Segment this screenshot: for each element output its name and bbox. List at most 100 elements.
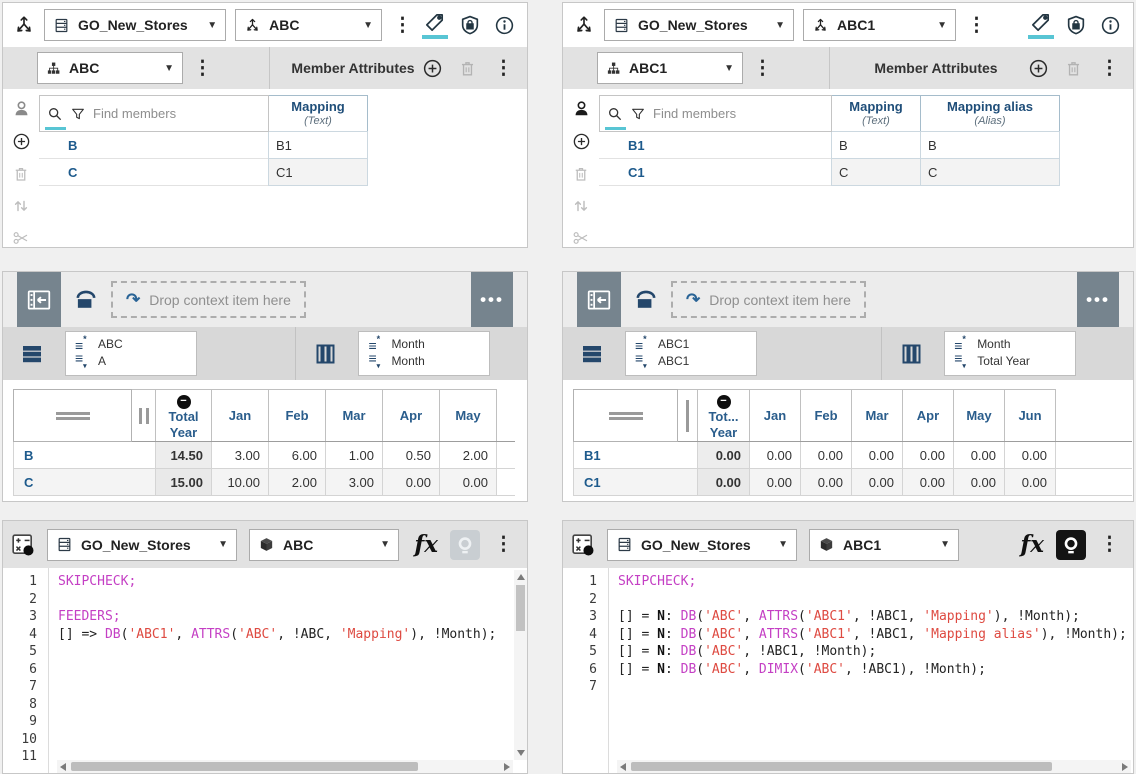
data-cell[interactable]: 2.00 [440, 442, 497, 469]
reorder-members-icon[interactable] [12, 197, 30, 215]
row-header[interactable]: B1 [574, 442, 698, 469]
data-cell[interactable]: 0.00 [852, 469, 903, 496]
bench-icon[interactable] [73, 287, 99, 313]
members-view-icon[interactable] [12, 99, 31, 118]
hierarchy-select[interactable]: ABC1 ▼ [597, 52, 743, 84]
column-header[interactable]: Jan [212, 390, 269, 442]
code-line[interactable]: SKIPCHECK; [618, 573, 1129, 591]
rules-code-editor[interactable]: 1234567891011 SKIPCHECK; FEEDERS;[] => D… [3, 568, 527, 774]
data-cell[interactable]: 0.00 [852, 442, 903, 469]
attributes-menu-icon[interactable]: ⋮ [492, 59, 515, 78]
horizontal-scrollbar[interactable] [3, 496, 527, 502]
rules-code-editor[interactable]: 1234567 SKIPCHECK; [] = N: DB('ABC', ATT… [563, 568, 1133, 774]
data-cell[interactable]: 0.00 [698, 442, 750, 469]
vertical-scrollbar[interactable] [514, 570, 527, 760]
code-line[interactable]: [] => DB('ABC1', ATTRS('ABC', !ABC, 'Map… [58, 626, 523, 644]
row-header[interactable]: B [14, 442, 156, 469]
code-line[interactable]: [] = N: DB('ABC', ATTRS('ABC1', !ABC1, '… [618, 626, 1129, 644]
collapse-consolidation-icon[interactable]: − [177, 395, 191, 409]
column-header[interactable]: Feb [269, 390, 326, 442]
total-column-header[interactable]: − Total Year [156, 390, 212, 442]
overflow-menu-icon[interactable]: ⋮ [492, 535, 515, 554]
dimension-select[interactable]: ABC ▼ [235, 9, 382, 41]
rows-dimension-chip[interactable]: ≡* ABC1 ≡▾ ABC1 [625, 331, 757, 377]
code-line[interactable]: [] = N: DB('ABC', ATTRS('ABC1', !ABC1, '… [618, 608, 1129, 626]
delete-member-icon[interactable] [12, 165, 30, 183]
cut-members-icon[interactable] [12, 229, 30, 247]
data-cell[interactable]: 0.00 [954, 442, 1005, 469]
row-header-handle[interactable] [14, 390, 132, 442]
filter-icon[interactable] [630, 106, 646, 122]
data-cell[interactable]: 0.00 [903, 469, 954, 496]
save-rules-button[interactable] [1056, 530, 1086, 560]
delete-member-icon[interactable] [572, 165, 590, 183]
attribute-column-header[interactable]: Mapping(Text) [831, 95, 921, 132]
data-cell[interactable]: 0.00 [801, 469, 852, 496]
data-cell[interactable]: 14.50 [156, 442, 212, 469]
data-cell[interactable]: 0.00 [750, 469, 801, 496]
filter-icon[interactable] [70, 106, 86, 122]
scroll-left-arrow[interactable] [60, 763, 66, 771]
scrollbar-thumb[interactable] [631, 762, 1052, 771]
hierarchy-menu-icon[interactable]: ⋮ [751, 59, 774, 78]
add-attribute-icon[interactable] [1028, 58, 1049, 79]
cube-select[interactable]: ABC1 ▼ [809, 529, 959, 561]
code-area[interactable]: SKIPCHECK; [] = N: DB('ABC', ATTRS('ABC1… [609, 568, 1133, 774]
horizontal-scrollbar[interactable] [57, 760, 513, 773]
overflow-menu-icon[interactable]: ⋮ [1098, 535, 1121, 554]
add-member-icon[interactable] [572, 132, 591, 151]
column-header[interactable]: Jan [750, 390, 801, 442]
row-header-handle[interactable] [574, 390, 678, 442]
scroll-down-arrow[interactable] [517, 750, 525, 756]
data-cell[interactable]: 0.00 [750, 442, 801, 469]
data-cell[interactable]: 0.00 [1005, 442, 1056, 469]
data-cell[interactable]: 10.00 [212, 469, 269, 496]
members-view-icon[interactable] [572, 99, 591, 118]
insert-function-button[interactable]: fx [414, 533, 438, 556]
info-icon[interactable] [494, 15, 515, 36]
data-cell[interactable]: 0.00 [1005, 469, 1056, 496]
collapse-consolidation-icon[interactable]: − [717, 395, 731, 409]
column-header[interactable]: Apr [383, 390, 440, 442]
bench-icon[interactable] [633, 287, 659, 313]
attribute-value-cell[interactable]: C [920, 158, 1060, 186]
attribute-value-cell[interactable]: B1 [268, 131, 368, 159]
data-cell[interactable]: 0.00 [954, 469, 1005, 496]
code-area[interactable]: SKIPCHECK; FEEDERS;[] => DB('ABC1', ATTR… [49, 568, 527, 774]
attribute-value-cell[interactable]: C1 [268, 158, 368, 186]
attribute-value-cell[interactable]: C [831, 158, 921, 186]
member-name[interactable]: B [39, 132, 269, 159]
database-select[interactable]: GO_New_Stores ▼ [47, 529, 237, 561]
code-line[interactable]: [] = N: DB('ABC', !ABC1, !Month); [618, 643, 1129, 661]
overflow-menu-icon[interactable]: ⋮ [965, 16, 988, 35]
code-line[interactable]: FEEDERS; [58, 608, 523, 626]
delete-attribute-icon[interactable] [458, 59, 477, 78]
overflow-menu-icon[interactable]: ⋮ [391, 16, 414, 35]
column-header[interactable]: Jun [1005, 390, 1056, 442]
collapse-panel-button[interactable] [17, 272, 61, 327]
attributes-menu-icon[interactable]: ⋮ [1098, 59, 1121, 78]
database-select[interactable]: GO_New_Stores ▼ [607, 529, 797, 561]
data-cell[interactable]: 0.50 [383, 442, 440, 469]
database-select[interactable]: GO_New_Stores ▼ [604, 9, 794, 41]
data-cell[interactable]: 0.00 [801, 442, 852, 469]
collapse-panel-button[interactable] [577, 272, 621, 327]
search-icon[interactable] [607, 106, 623, 122]
scroll-up-arrow[interactable] [517, 574, 525, 580]
security-shield-icon[interactable] [1065, 14, 1087, 36]
column-header[interactable]: Mar [326, 390, 383, 442]
data-cell[interactable]: 15.00 [156, 469, 212, 496]
data-cell[interactable]: 0.00 [440, 469, 497, 496]
add-attribute-icon[interactable] [422, 58, 443, 79]
attribute-column-header[interactable]: Mapping alias(Alias) [920, 95, 1060, 132]
attribute-value-cell[interactable]: B [831, 131, 921, 159]
find-members-input[interactable]: Find members [39, 95, 269, 132]
info-icon[interactable] [1100, 15, 1121, 36]
security-shield-icon[interactable] [459, 14, 481, 36]
data-cell[interactable]: 0.00 [383, 469, 440, 496]
column-header[interactable]: May [440, 390, 497, 442]
column-header[interactable]: Feb [801, 390, 852, 442]
search-icon[interactable] [47, 106, 63, 122]
horizontal-scrollbar[interactable] [563, 496, 1133, 502]
horizontal-scrollbar[interactable] [617, 760, 1131, 773]
